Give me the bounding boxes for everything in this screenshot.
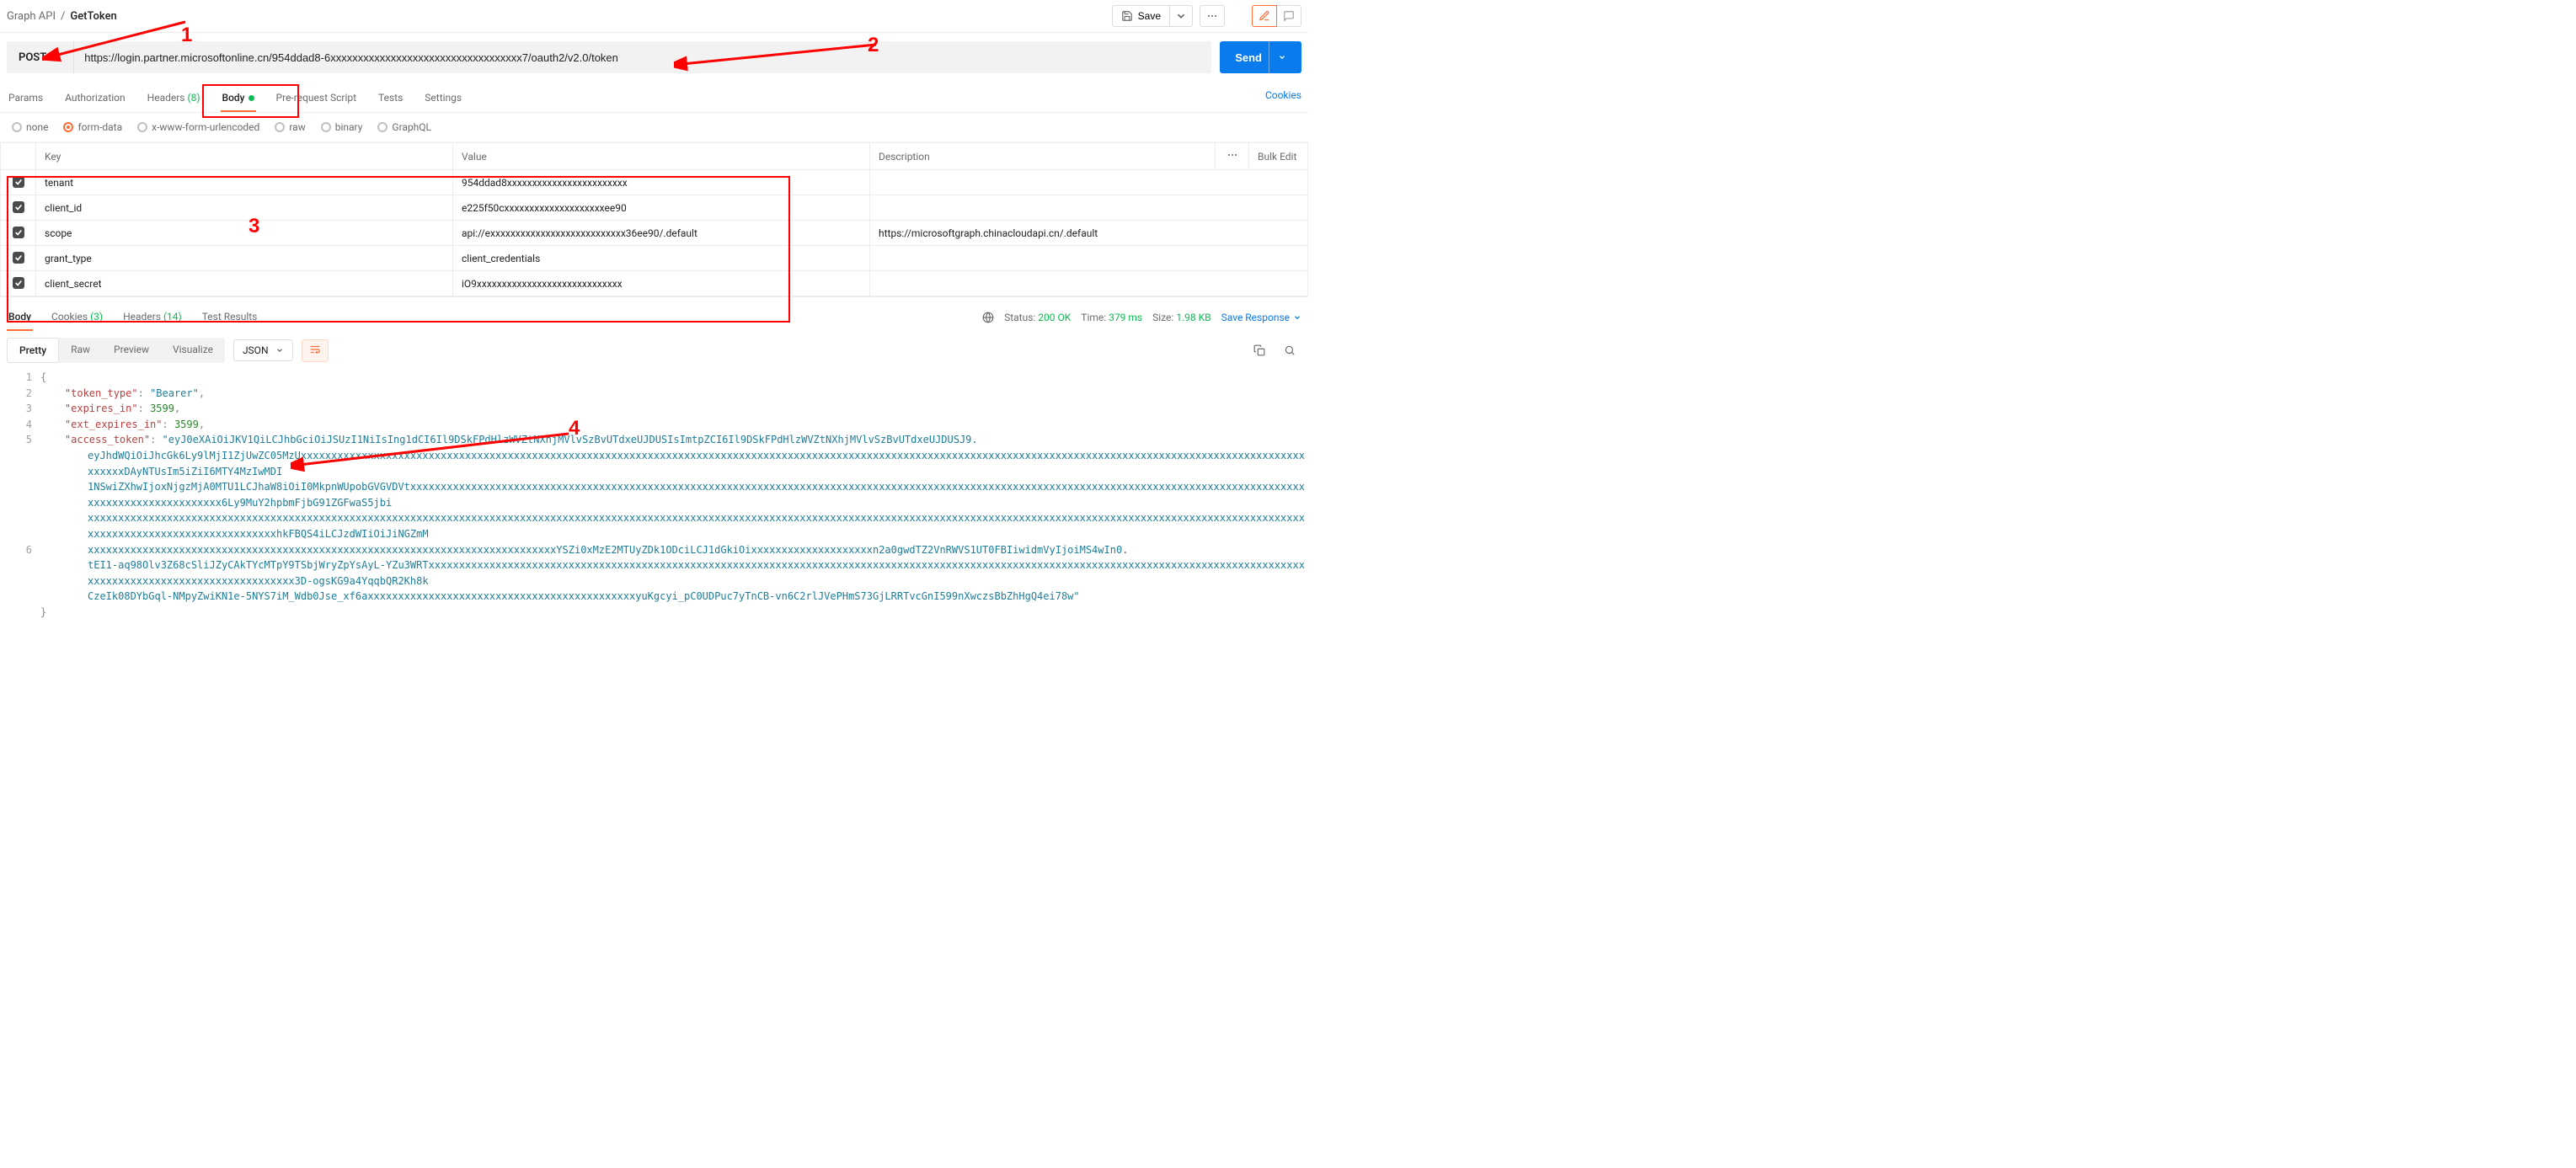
row-desc[interactable] [870,246,1308,271]
tab-body[interactable]: Body [221,85,256,112]
viewer-tab-visualize[interactable]: Visualize [161,338,225,363]
save-chevron-button[interactable] [1170,5,1193,27]
row-value[interactable]: iO9xxxxxxxxxxxxxxxxxxxxxxxxxxxxx [453,271,870,296]
body-type-form-data[interactable]: form-data [63,121,122,133]
body-type-graphql[interactable]: GraphQL [377,121,431,133]
search-response-button[interactable] [1278,340,1301,360]
response-size: 1.98 KB [1176,312,1211,323]
row-desc[interactable]: https://microsoftgraph.chinacloudapi.cn/… [870,221,1308,246]
tab-settings[interactable]: Settings [423,85,463,112]
row-desc[interactable] [870,170,1308,195]
row-key[interactable]: client_secret [36,271,453,296]
tab-params[interactable]: Params [7,85,45,112]
body-type-x-www[interactable]: x-www-form-urlencoded [137,121,259,133]
body-type-binary[interactable]: binary [321,121,363,133]
table-row: grant_typeclient_credentials [1,246,1308,271]
chevron-down-icon [53,53,61,61]
wrap-icon [309,344,321,355]
save-button[interactable]: Save [1112,5,1170,27]
resp-tab-test-results[interactable]: Test Results [200,304,259,331]
method-label: POST [19,51,46,64]
chevron-down-icon [1293,313,1301,322]
save-icon [1121,10,1133,22]
tab-authorization[interactable]: Authorization [63,85,127,112]
comment-icon [1283,10,1295,22]
row-checkbox[interactable] [13,227,24,238]
table-row: scopeapi://exxxxxxxxxxxxxxxxxxxxxxxxxxx3… [1,221,1308,246]
viewer-tab-raw[interactable]: Raw [59,338,102,363]
wrap-lines-button[interactable] [302,339,329,362]
row-value[interactable]: 954ddad8xxxxxxxxxxxxxxxxxxxxxxxx [453,170,870,195]
row-key[interactable]: client_id [36,195,453,221]
row-key[interactable]: grant_type [36,246,453,271]
row-checkbox[interactable] [13,176,24,188]
tab-prerequest[interactable]: Pre-request Script [275,85,358,112]
table-row: client_secretiO9xxxxxxxxxxxxxxxxxxxxxxxx… [1,271,1308,296]
dots-icon [1206,10,1218,22]
method-select[interactable]: POST [7,41,74,73]
row-checkbox[interactable] [13,252,24,264]
search-icon [1284,344,1296,356]
save-response-button[interactable]: Save Response [1221,312,1301,323]
url-input[interactable] [74,41,1211,73]
breadcrumb-request: GetToken [70,10,116,23]
comment-button[interactable] [1277,5,1301,27]
viewer-tab-pretty[interactable]: Pretty [7,338,59,363]
resp-tab-body[interactable]: Body [7,304,33,331]
body-type-none[interactable]: none [12,121,48,133]
response-body-viewer[interactable]: 12345 6 { "token_type": "Bearer", "expir… [0,370,1308,627]
row-checkbox[interactable] [13,201,24,213]
table-row: client_ide225f50cxxxxxxxxxxxxxxxxxxxxee9… [1,195,1308,221]
cookies-link[interactable]: Cookies [1265,89,1301,108]
response-time: 379 ms [1109,312,1142,323]
row-key[interactable]: tenant [36,170,453,195]
breadcrumb-collection[interactable]: Graph API [7,10,56,23]
form-data-table: Key Value Description Bulk Edit tenant95… [0,142,1308,296]
breadcrumb-sep: / [61,10,65,23]
row-desc[interactable] [870,271,1308,296]
row-desc[interactable] [870,195,1308,221]
edit-button[interactable] [1252,5,1277,27]
breadcrumb: Graph API / GetToken [7,10,117,23]
bulk-edit-button[interactable]: Bulk Edit [1249,143,1308,170]
col-key: Key [36,143,453,170]
more-options-button[interactable] [1200,5,1225,27]
chevron-down-icon [1278,53,1286,61]
globe-icon [982,312,994,323]
send-label: Send [1235,51,1262,64]
status-code: 200 OK [1038,312,1071,323]
resp-tab-cookies[interactable]: Cookies (3) [50,304,104,331]
copy-icon [1253,344,1265,356]
col-more[interactable] [1216,143,1249,170]
row-value[interactable]: e225f50cxxxxxxxxxxxxxxxxxxxxee90 [453,195,870,221]
resp-tab-headers[interactable]: Headers (14) [121,304,184,331]
copy-response-button[interactable] [1248,340,1271,360]
pencil-icon [1259,10,1270,22]
headers-count: (8) [187,92,200,104]
row-checkbox[interactable] [13,277,24,289]
format-select[interactable]: JSON [233,339,293,361]
tab-headers[interactable]: Headers (8) [146,85,202,112]
chevron-down-icon [1175,10,1187,22]
body-dirty-dot [249,95,254,101]
chevron-down-icon [275,346,284,355]
viewer-tab-preview[interactable]: Preview [102,338,161,363]
send-button[interactable]: Send [1220,41,1301,73]
dots-icon [1227,149,1238,161]
save-label: Save [1138,10,1161,22]
body-type-raw[interactable]: raw [275,121,305,133]
row-value[interactable]: api://exxxxxxxxxxxxxxxxxxxxxxxxxxx36ee90… [453,221,870,246]
row-value[interactable]: client_credentials [453,246,870,271]
table-row: tenant954ddad8xxxxxxxxxxxxxxxxxxxxxxxx [1,170,1308,195]
col-value: Value [453,143,870,170]
tab-tests[interactable]: Tests [377,85,404,112]
col-desc: Description [870,143,1216,170]
row-key[interactable]: scope [36,221,453,246]
